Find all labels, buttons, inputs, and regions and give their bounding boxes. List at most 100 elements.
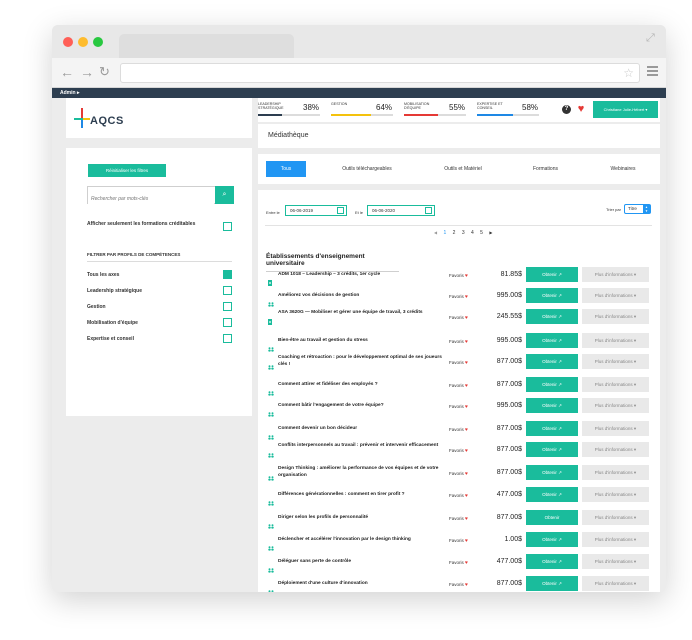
heart-icon[interactable]: ♥ [465,560,468,566]
favorite-toggle[interactable]: Favoris ♥ [449,294,468,300]
maximize-window-button[interactable] [93,37,103,47]
calendar-icon[interactable] [337,207,344,214]
user-menu-button[interactable]: Christiane Jolie-Hébert ▾ [593,101,658,118]
item-title[interactable]: Comment devenir un bon décideur [278,426,443,433]
item-title[interactable]: Bien-être au travail et gestion du stres… [278,338,443,345]
admin-bar[interactable]: Admin ▸ [52,88,666,98]
heart-icon[interactable]: ♥ [465,516,468,522]
item-title[interactable]: Diriger selon les profils de personnalit… [278,515,443,522]
address-bar[interactable]: ☆ [120,63,640,83]
filter-checkbox-expertise[interactable] [223,334,232,343]
obtain-button[interactable]: Obtenir [526,510,578,525]
heart-icon[interactable]: ♥ [465,294,468,300]
date-to-input[interactable]: 06-06-2020 [367,205,435,216]
logo-text[interactable]: AQCS [90,115,124,127]
obtain-button[interactable]: Obtenir ↗ [526,333,578,348]
page-link[interactable]: 1 [443,230,446,236]
tab-outils-telechargeables[interactable]: Outils téléchargeables [333,161,401,177]
back-arrow-icon[interactable]: ← [60,64,74,80]
bookmark-star-icon[interactable]: ☆ [623,66,634,80]
obtain-button[interactable]: Obtenir ↗ [526,442,578,457]
obtain-button[interactable]: Obtenir ↗ [526,309,578,324]
more-info-button[interactable]: Plus d'informations ▾ [582,354,649,369]
credit-filter-checkbox[interactable] [223,222,232,231]
obtain-button[interactable]: Obtenir ↗ [526,487,578,502]
item-title[interactable]: ASA 3620G — Mobiliser et gérer une équip… [278,310,443,317]
item-title[interactable]: Déclencher et accélérer l'innovation par… [278,537,443,544]
favorites-heart-icon[interactable]: ♥ 2 [575,103,587,115]
favorite-toggle[interactable]: Favoris ♥ [449,471,468,477]
item-title[interactable]: Améliorez vos décisions de gestion [278,293,443,300]
search-input[interactable] [88,191,214,207]
heart-icon[interactable]: ♥ [465,339,468,345]
item-title[interactable]: Déléguer sans perte de contrôle [278,559,443,566]
item-title[interactable]: Comment attirer et fidéliser des employé… [278,382,443,389]
favorite-toggle[interactable]: Favoris ♥ [449,273,468,279]
obtain-button[interactable]: Obtenir ↗ [526,576,578,591]
search-icon[interactable]: ⌕ [215,186,234,204]
heart-icon[interactable]: ♥ [465,493,468,499]
minimize-window-button[interactable] [78,37,88,47]
favorite-toggle[interactable]: Favoris ♥ [449,383,468,389]
favorite-toggle[interactable]: Favoris ♥ [449,516,468,522]
forward-arrow-icon[interactable]: → [80,64,94,80]
browser-menu-icon[interactable] [647,66,658,78]
obtain-button[interactable]: Obtenir ↗ [526,398,578,413]
tab-formations[interactable]: Formations [523,161,568,177]
heart-icon[interactable]: ♥ [465,448,468,454]
more-info-button[interactable]: Plus d'informations ▾ [582,309,649,324]
more-info-button[interactable]: Plus d'informations ▾ [582,554,649,569]
date-from-input[interactable]: 06-06-2019 [285,205,347,216]
more-info-button[interactable]: Plus d'informations ▾ [582,465,649,480]
obtain-button[interactable]: Obtenir ↗ [526,267,578,282]
more-info-button[interactable]: Plus d'informations ▾ [582,487,649,502]
calendar-icon[interactable] [425,207,432,214]
reload-icon[interactable]: ↻ [99,64,110,80]
more-info-button[interactable]: Plus d'informations ▾ [582,377,649,392]
more-info-button[interactable]: Plus d'informations ▾ [582,288,649,303]
item-title[interactable]: Différences générationnelles : comment e… [278,492,443,499]
heart-icon[interactable]: ♥ [465,538,468,544]
more-info-button[interactable]: Plus d'informations ▾ [582,576,649,591]
obtain-button[interactable]: Obtenir ↗ [526,354,578,369]
sort-select[interactable]: Titre ▲ ▼ [624,204,651,214]
obtain-button[interactable]: Obtenir ↗ [526,421,578,436]
heart-icon[interactable]: ♥ [465,383,468,389]
reset-filters-button[interactable]: Réinitialiser les filtres [88,164,166,177]
heart-icon[interactable]: ♥ [465,360,468,366]
page-link[interactable]: 5 [480,230,483,236]
page-link[interactable]: 2 [453,230,456,236]
browser-tab[interactable] [119,34,294,58]
obtain-button[interactable]: Obtenir ↗ [526,288,578,303]
pagination-prev-icon[interactable]: ◀ [434,230,437,235]
filter-checkbox-all[interactable] [223,270,232,279]
heart-icon[interactable]: ♥ [465,427,468,433]
favorite-toggle[interactable]: Favoris ♥ [449,339,468,345]
heart-icon[interactable]: ♥ [465,471,468,477]
more-info-button[interactable]: Plus d'informations ▾ [582,421,649,436]
heart-icon[interactable]: ♥ [465,273,468,279]
help-icon[interactable]: ? [562,105,571,114]
obtain-button[interactable]: Obtenir ↗ [526,554,578,569]
favorite-toggle[interactable]: Favoris ♥ [449,360,468,366]
favorite-toggle[interactable]: Favoris ♥ [449,560,468,566]
item-title[interactable]: ADM 1018 – Leadership – 3 crédits, 1er c… [278,272,443,279]
more-info-button[interactable]: Plus d'informations ▾ [582,333,649,348]
item-title[interactable]: Conflits interpersonnels au travail : pr… [278,443,443,450]
favorite-toggle[interactable]: Favoris ♥ [449,538,468,544]
more-info-button[interactable]: Plus d'informations ▾ [582,510,649,525]
favorite-toggle[interactable]: Favoris ♥ [449,493,468,499]
close-window-button[interactable] [63,37,73,47]
favorite-toggle[interactable]: Favoris ♥ [449,582,468,588]
filter-checkbox-leadership[interactable] [223,286,232,295]
pagination-next-icon[interactable]: ▶ [489,230,492,235]
heart-icon[interactable]: ♥ [465,315,468,321]
page-link[interactable]: 3 [462,230,465,236]
filter-checkbox-gestion[interactable] [223,302,232,311]
favorite-toggle[interactable]: Favoris ♥ [449,315,468,321]
favorite-toggle[interactable]: Favoris ♥ [449,404,468,410]
tab-tous[interactable]: Tous [266,161,306,177]
expand-icon[interactable]: ⤢ [646,32,658,44]
item-title[interactable]: Déploiement d'une culture d'innovation [278,581,443,588]
filter-checkbox-mobilisation[interactable] [223,318,232,327]
